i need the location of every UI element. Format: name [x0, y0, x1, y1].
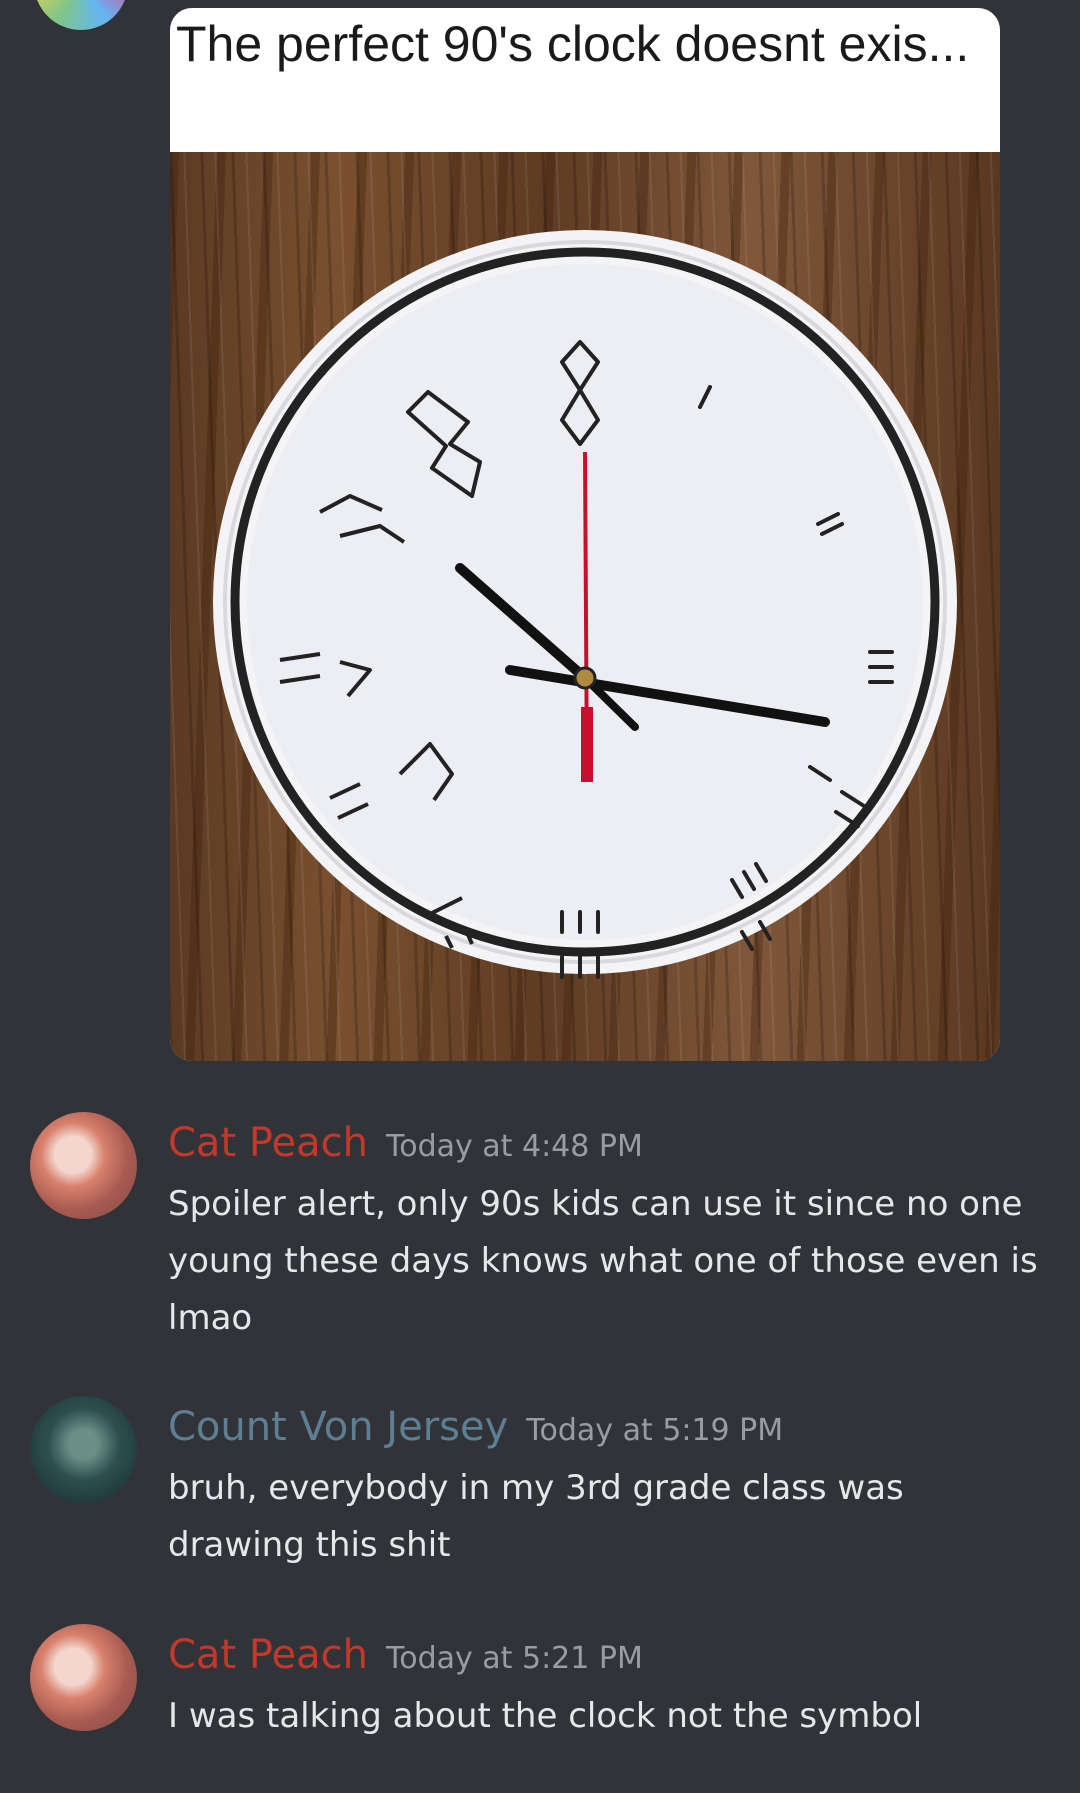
- user-avatar[interactable]: [30, 1112, 137, 1219]
- previous-message-avatar[interactable]: [34, 0, 128, 30]
- user-avatar[interactable]: [30, 1624, 137, 1731]
- timestamp: Today at 5:19 PM: [526, 1413, 784, 1448]
- timestamp: Today at 5:21 PM: [386, 1641, 643, 1676]
- meme-caption: The perfect 90's clock doesnt exis...: [176, 16, 970, 72]
- username[interactable]: Count Von Jersey: [168, 1404, 508, 1450]
- message-text: bruh, everybody in my 3rd grade class wa…: [168, 1468, 904, 1565]
- meme-image-embed[interactable]: The perfect 90's clock doesnt exis...: [170, 8, 1000, 1061]
- username[interactable]: Cat Peach: [168, 1632, 368, 1678]
- timestamp: Today at 4:48 PM: [386, 1129, 643, 1164]
- message-text: Spoiler alert, only 90s kids can use it …: [168, 1184, 1038, 1338]
- message-text: I was talking about the clock not the sy…: [168, 1696, 923, 1736]
- clock-photo: [170, 152, 1000, 1061]
- username[interactable]: Cat Peach: [168, 1120, 368, 1166]
- user-avatar[interactable]: [30, 1396, 137, 1503]
